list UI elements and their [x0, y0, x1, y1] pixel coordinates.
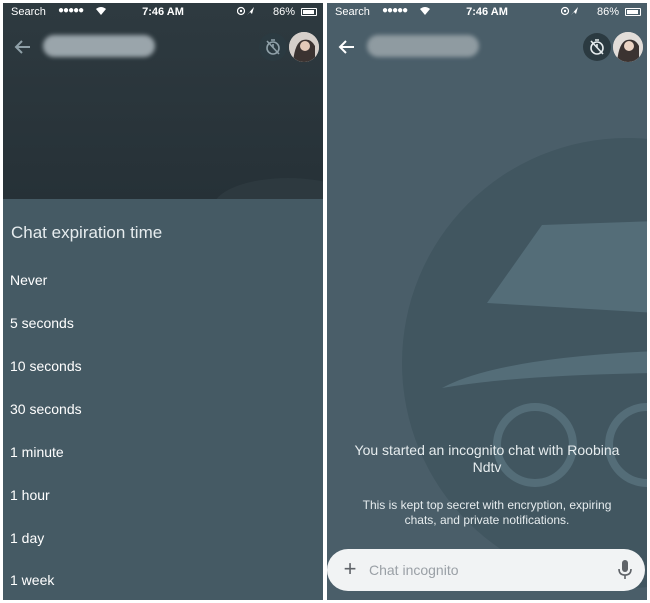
- option-5-seconds[interactable]: 5 seconds: [10, 308, 310, 338]
- battery-icon: [625, 8, 641, 16]
- right-screen: Search ●●●●● 7:46 AM 86% You started an …: [327, 3, 647, 600]
- app-bar: [3, 23, 323, 75]
- option-never[interactable]: Never: [10, 265, 310, 295]
- status-bar: Search ●●●●● 7:46 AM 86%: [327, 3, 647, 23]
- avatar[interactable]: [289, 32, 319, 62]
- timer-off-icon[interactable]: [259, 33, 287, 61]
- incognito-intro-text: You started an incognito chat with Roobi…: [354, 442, 620, 475]
- location-arrow-icon: [560, 6, 581, 19]
- option-10-seconds[interactable]: 10 seconds: [10, 351, 310, 381]
- app-bar: [327, 23, 647, 75]
- battery-percentage: 86%: [272, 6, 295, 18]
- option-1-week[interactable]: 1 week: [10, 565, 310, 595]
- option-30-seconds[interactable]: 30 seconds: [10, 394, 310, 424]
- avatar[interactable]: [613, 32, 643, 62]
- chat-input[interactable]: Chat incognito: [369, 562, 459, 578]
- plus-icon[interactable]: +: [339, 558, 361, 580]
- sheet-title: Chat expiration time: [11, 223, 163, 242]
- timer-off-icon[interactable]: [583, 33, 611, 61]
- option-1-hour[interactable]: 1 hour: [10, 480, 310, 510]
- contact-name-redacted: [43, 35, 155, 57]
- contact-name-redacted: [367, 35, 479, 57]
- status-bar: Search ●●●●● 7:46 AM 86%: [3, 3, 323, 23]
- compose-bar: + Chat incognito: [327, 549, 645, 591]
- back-arrow-icon[interactable]: [333, 33, 361, 61]
- battery-percentage: 86%: [596, 6, 619, 18]
- option-1-minute[interactable]: 1 minute: [10, 437, 310, 467]
- option-1-day[interactable]: 1 day: [10, 523, 310, 553]
- back-arrow-icon[interactable]: [9, 33, 37, 61]
- expiration-time-sheet: Chat expiration time Never 5 seconds 10 …: [3, 199, 323, 600]
- left-screen: Search ●●●●● 7:46 AM 86% Chat expiration…: [3, 3, 323, 600]
- location-arrow-icon: [236, 6, 257, 19]
- incognito-sub-text: This is kept top secret with encryption,…: [362, 498, 612, 527]
- microphone-icon[interactable]: [617, 559, 633, 581]
- battery-icon: [301, 8, 317, 16]
